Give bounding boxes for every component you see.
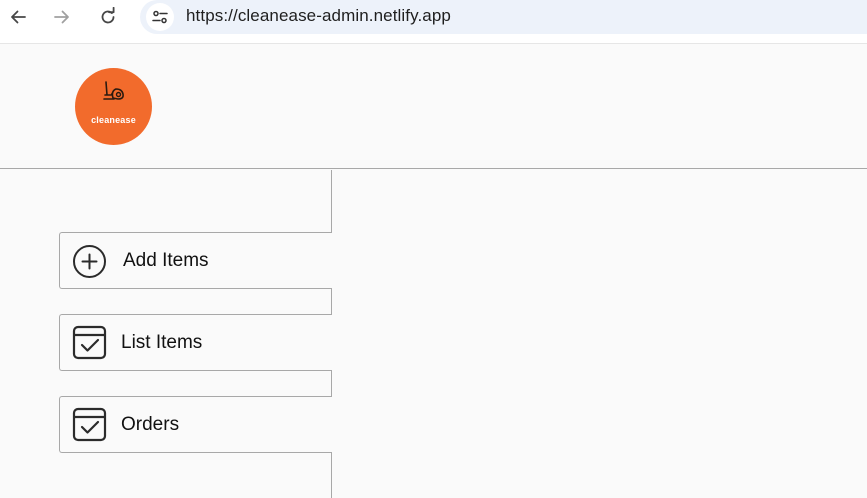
- sidebar-item-list-items[interactable]: List Items: [59, 314, 332, 371]
- calendar-check-icon: [72, 407, 107, 442]
- vacuum-cleaner-icon: [103, 81, 124, 100]
- app-header: cleanease: [0, 44, 867, 169]
- back-button[interactable]: [3, 2, 33, 32]
- sidebar-item-orders[interactable]: Orders: [59, 396, 332, 453]
- address-bar[interactable]: https://cleanease-admin.netlify.app: [140, 0, 867, 34]
- sidebar-item-label: List Items: [121, 332, 203, 353]
- logo-text: cleanease: [91, 115, 136, 125]
- forward-button[interactable]: [47, 2, 77, 32]
- arrow-left-icon: [11, 10, 26, 24]
- sidebar: Add Items List Items Orders: [0, 170, 332, 498]
- tune-icon: [152, 10, 168, 24]
- site-info-button[interactable]: [146, 3, 174, 31]
- browser-toolbar: https://cleanease-admin.netlify.app: [0, 0, 867, 44]
- sidebar-item-label: Orders: [121, 414, 180, 435]
- reload-icon: [101, 7, 115, 24]
- reload-button[interactable]: [93, 2, 123, 32]
- main-content: [333, 170, 867, 498]
- sidebar-item-label: Add Items: [123, 250, 209, 271]
- logo: cleanease: [75, 68, 152, 145]
- url-text[interactable]: https://cleanease-admin.netlify.app: [186, 6, 451, 26]
- arrow-right-icon: [54, 10, 69, 24]
- sidebar-item-add-items[interactable]: Add Items: [59, 232, 332, 289]
- add-circle-icon: [73, 245, 106, 278]
- calendar-check-icon: [72, 325, 107, 360]
